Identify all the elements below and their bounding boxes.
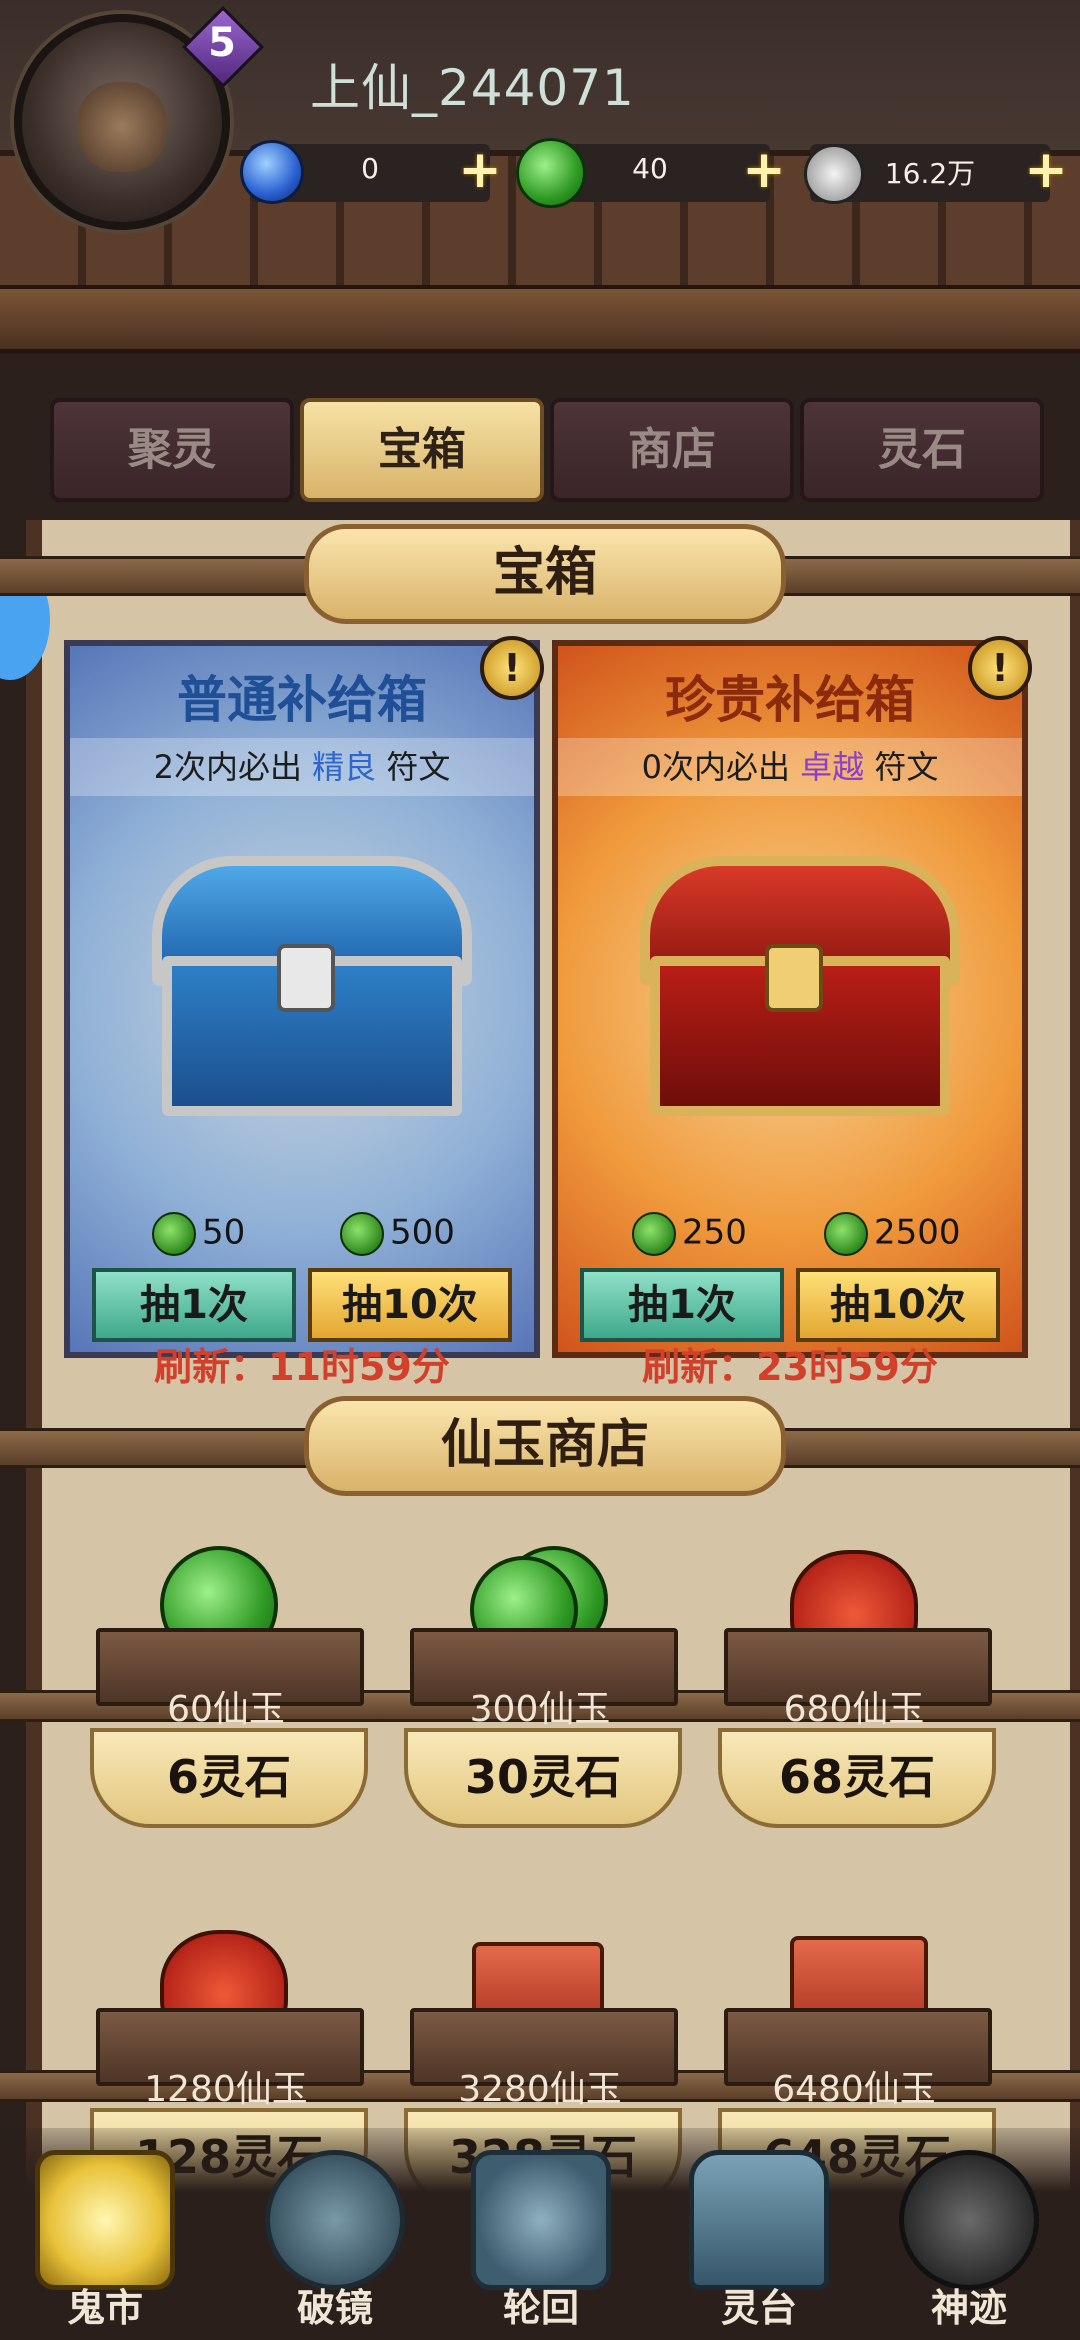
level-badge: 5 xyxy=(181,5,265,89)
miracle-icon xyxy=(899,2150,1039,2290)
guarantee-suffix: 符文 xyxy=(376,748,451,786)
rarity-tag: 卓越 xyxy=(800,748,865,786)
jade-coin-icon xyxy=(516,138,586,208)
buy-680-jade-button[interactable]: 68灵石 xyxy=(718,1728,996,1828)
level-number: 5 xyxy=(208,20,236,66)
price-single: 250 xyxy=(632,1212,747,1256)
silver-coin-icon xyxy=(804,144,864,204)
rarity-tag: 精良 xyxy=(312,748,377,786)
blue-chest-icon xyxy=(152,856,472,1116)
draw-ten-button[interactable]: 抽10次 xyxy=(308,1268,512,1342)
chest-title: 珍贵补给箱 xyxy=(665,671,915,729)
price-ten: 500 xyxy=(340,1212,455,1256)
refresh-timer: 刷新：23时59分 xyxy=(642,1345,938,1389)
blue-gem-icon xyxy=(240,140,304,204)
nav-samsara[interactable]: 轮回 xyxy=(466,2150,616,2340)
guarantee-prefix: 2次内必出 xyxy=(153,748,313,786)
price-ten-value: 500 xyxy=(390,1212,455,1253)
draw-once-button[interactable]: 抽1次 xyxy=(580,1268,784,1342)
jade-coin-icon xyxy=(632,1212,676,1256)
item-quantity: 680仙玉 xyxy=(783,1689,925,1730)
jade-coin-icon xyxy=(824,1212,868,1256)
info-icon[interactable]: ! xyxy=(480,636,544,700)
guarantee-prefix: 0次内必出 xyxy=(641,748,801,786)
guarantee-text: 0次内必出 卓越 符文 xyxy=(558,738,1022,796)
gold-chest-icon xyxy=(640,856,960,1116)
nav-ghost-market[interactable]: 鬼市 xyxy=(30,2150,180,2340)
nav-spirit-platform[interactable]: 灵台 xyxy=(684,2150,834,2340)
item-quantity: 6480仙玉 xyxy=(772,2069,936,2110)
price-single-value: 250 xyxy=(682,1212,747,1253)
price-ten-value: 2500 xyxy=(874,1212,961,1253)
monkey-king-portrait xyxy=(77,82,167,172)
tab-chest[interactable]: 宝箱 xyxy=(300,398,544,502)
info-icon[interactable]: ! xyxy=(968,636,1032,700)
buy-60-jade-button[interactable]: 6灵石 xyxy=(90,1728,368,1828)
tab-shop[interactable]: 商店 xyxy=(550,398,794,502)
nav-miracle[interactable]: 神迹 xyxy=(894,2150,1044,2340)
nav-label: 灵台 xyxy=(720,2286,797,2330)
jade-coin-icon xyxy=(152,1212,196,1256)
precious-supply-chest-card: 珍贵补给箱 0次内必出 卓越 符文 ! 250 2500 抽1次 抽10次 刷新… xyxy=(552,636,1032,1389)
nav-broken-mirror[interactable]: 破镜 xyxy=(260,2150,410,2340)
price-single-value: 50 xyxy=(202,1212,246,1253)
item-quantity: 300仙玉 xyxy=(469,1689,611,1730)
guarantee-text: 2次内必出 精良 符文 xyxy=(70,738,534,796)
broken-mirror-icon xyxy=(265,2150,405,2290)
add-gem-button[interactable]: + xyxy=(456,144,504,196)
buy-300-jade-button[interactable]: 30灵石 xyxy=(404,1728,682,1828)
tab-juling[interactable]: 聚灵 xyxy=(50,398,294,502)
guarantee-suffix: 符文 xyxy=(864,748,939,786)
item-quantity: 60仙玉 xyxy=(167,1689,285,1730)
yin-yang-icon xyxy=(471,2150,611,2290)
tab-spirit-stone[interactable]: 灵石 xyxy=(800,398,1044,502)
price-single: 50 xyxy=(152,1212,245,1256)
player-name: 上仙_244071 xyxy=(310,59,635,117)
roof-beam xyxy=(0,285,1080,353)
chest-section-title: 宝箱 xyxy=(304,524,786,624)
add-jade-button[interactable]: + xyxy=(740,144,788,196)
item-quantity: 3280仙玉 xyxy=(458,2069,622,2110)
add-silver-button[interactable]: + xyxy=(1022,144,1070,196)
chest-title: 普通补给箱 xyxy=(177,671,427,729)
jade-coin-icon xyxy=(340,1212,384,1256)
nav-label: 神迹 xyxy=(930,2286,1007,2330)
nav-label: 鬼市 xyxy=(66,2286,143,2330)
normal-supply-chest-card: 普通补给箱 2次内必出 精良 符文 ! 50 500 抽1次 抽10次 刷新：1… xyxy=(64,636,544,1389)
item-quantity: 1280仙玉 xyxy=(144,2069,308,2110)
price-ten: 2500 xyxy=(824,1212,961,1256)
shop-section-title: 仙玉商店 xyxy=(304,1396,786,1496)
nav-label: 轮回 xyxy=(502,2286,579,2330)
draw-once-button[interactable]: 抽1次 xyxy=(92,1268,296,1342)
refresh-timer: 刷新：11时59分 xyxy=(154,1345,450,1389)
pavilion-icon xyxy=(689,2150,829,2290)
ghost-market-icon xyxy=(35,2150,175,2290)
nav-label: 破镜 xyxy=(296,2286,373,2330)
draw-ten-button[interactable]: 抽10次 xyxy=(796,1268,1000,1342)
